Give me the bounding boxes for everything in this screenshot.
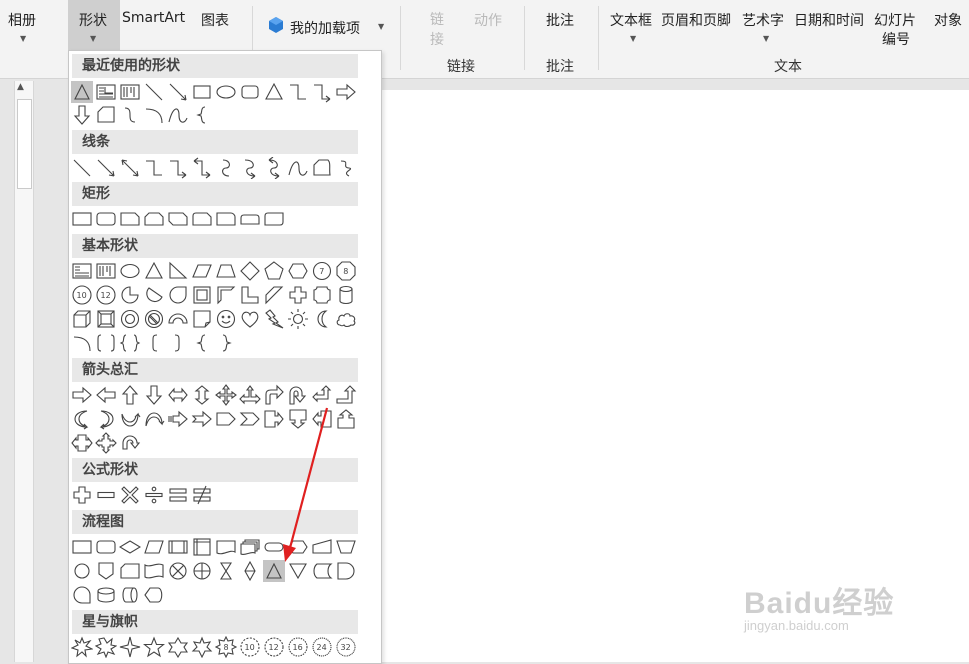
watermark-logo: Baidu经验 bbox=[744, 587, 895, 620]
watermark: Baidu经验 jingyan.baidu.com bbox=[744, 578, 895, 633]
watermark-url: jingyan.baidu.com bbox=[744, 618, 849, 633]
annotation-arrow bbox=[283, 407, 329, 562]
